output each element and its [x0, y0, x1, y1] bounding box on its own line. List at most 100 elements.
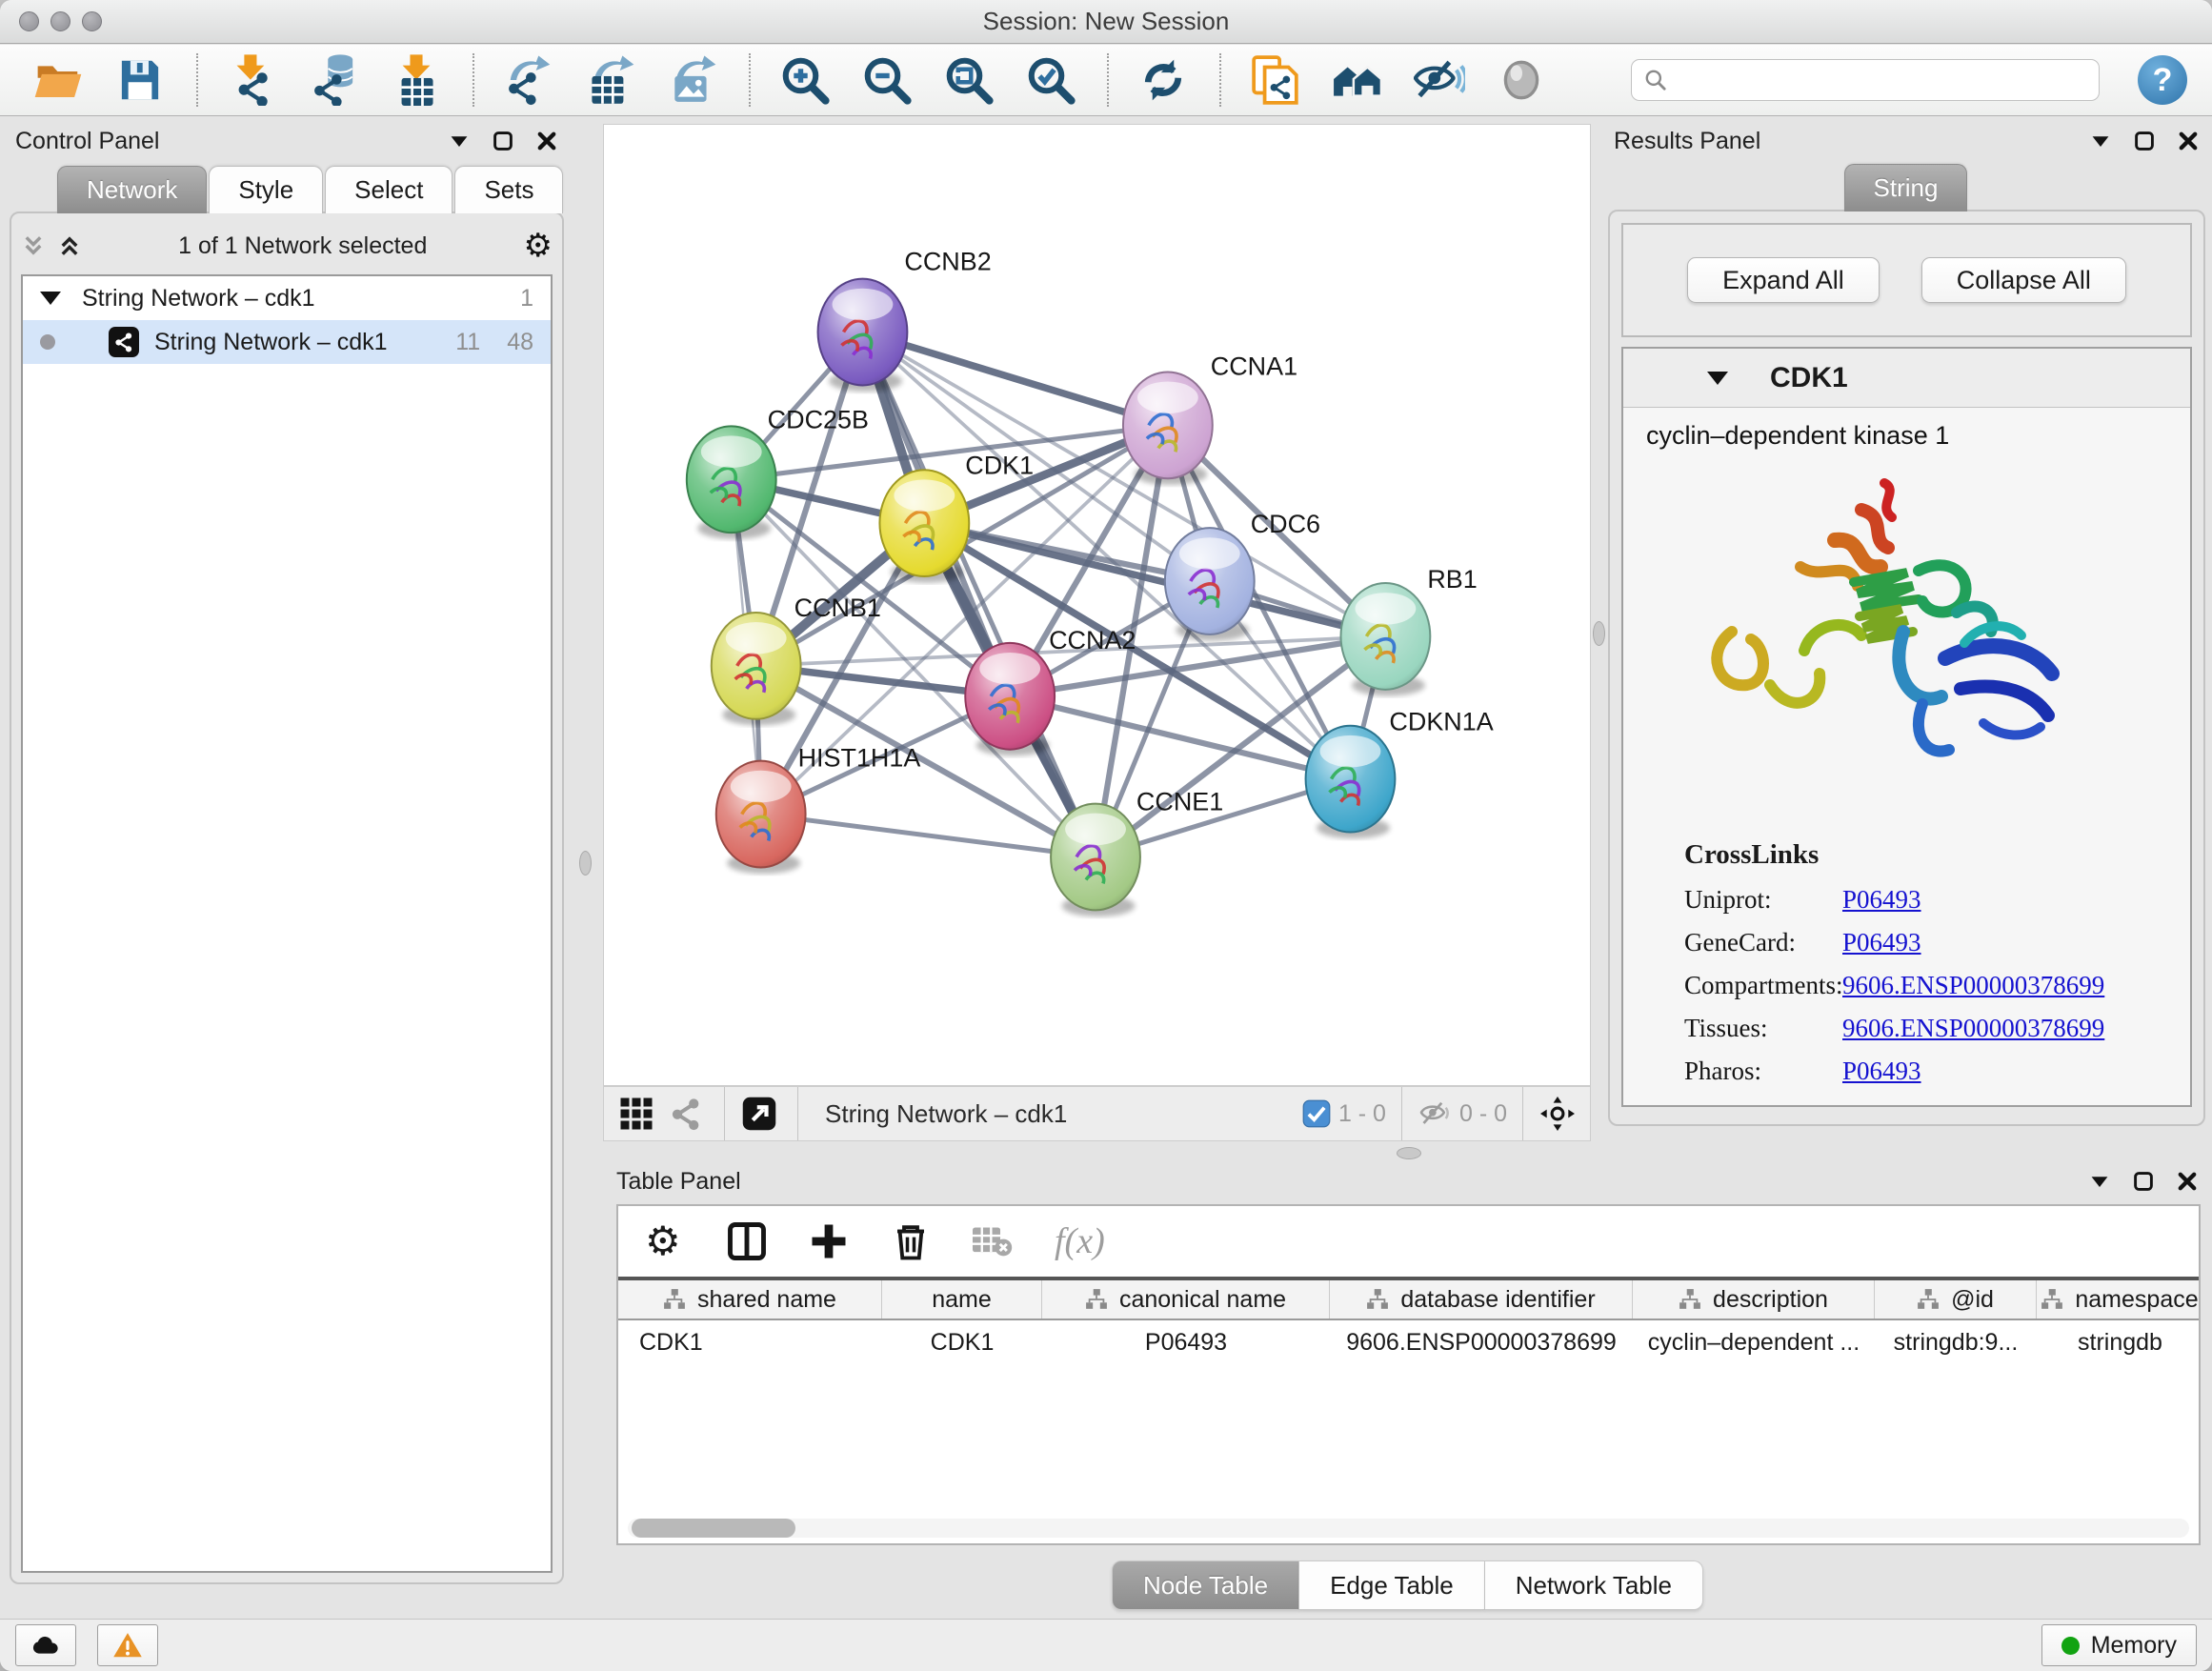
zoom-out-icon[interactable]	[861, 54, 913, 106]
import-network-icon[interactable]	[227, 54, 278, 106]
network-edge[interactable]	[862, 332, 1167, 426]
table-cell[interactable]: 9606.ENSP00000378699	[1330, 1329, 1633, 1357]
open-in-window-icon[interactable]	[742, 1097, 776, 1131]
import-table-icon[interactable]	[391, 54, 442, 106]
tab-sets[interactable]: Sets	[454, 166, 563, 213]
cloud-status-button[interactable]	[15, 1624, 76, 1666]
save-session-icon[interactable]	[114, 54, 166, 106]
close-window-button[interactable]	[19, 11, 39, 31]
help-icon[interactable]: ?	[2138, 55, 2187, 105]
zoom-fit-icon[interactable]	[943, 54, 995, 106]
gene-card-caret-icon[interactable]	[1707, 372, 1728, 385]
export-image-icon[interactable]	[667, 54, 718, 106]
close-panel-icon[interactable]	[2177, 130, 2200, 152]
hidden-elements-eye-icon[interactable]	[1419, 1099, 1452, 1128]
import-database-icon[interactable]	[309, 54, 360, 106]
tab-node-table[interactable]: Node Table	[1112, 1560, 1299, 1610]
network-file-icon[interactable]	[1250, 54, 1301, 106]
left-splitter-handle[interactable]	[579, 851, 592, 876]
network-node-cdkn1a[interactable]: CDKN1A	[1306, 708, 1494, 839]
open-session-icon[interactable]	[32, 54, 84, 106]
column-header-database-identifier[interactable]: database identifier	[1330, 1280, 1633, 1319]
tab-edge-table[interactable]: Edge Table	[1299, 1560, 1485, 1610]
table-row[interactable]: CDK1CDK1P064939606.ENSP00000378699cyclin…	[618, 1320, 2199, 1364]
collection-expand-caret-icon[interactable]	[40, 292, 61, 305]
network-node-cdc6[interactable]: CDC6	[1165, 510, 1320, 641]
right-splitter-handle[interactable]	[1593, 621, 1605, 646]
collapse-all-icon[interactable]	[21, 233, 46, 258]
zoom-in-icon[interactable]	[779, 54, 831, 106]
close-panel-icon[interactable]	[2176, 1170, 2199, 1193]
network-node-ccne1[interactable]: CCNE1	[1051, 788, 1223, 917]
maximize-window-button[interactable]	[82, 11, 102, 31]
function-builder-icon[interactable]: f(x)	[1055, 1220, 1105, 1262]
hide-panel-eye-icon[interactable]	[1414, 54, 1465, 106]
export-network-icon[interactable]	[503, 54, 554, 106]
table-settings-gear-icon[interactable]: ⚙	[645, 1221, 685, 1261]
crosslink-value-link[interactable]: P06493	[1842, 1057, 1921, 1086]
network-view-toolbar: String Network – cdk1 1 - 0 0 - 0	[603, 1086, 1591, 1141]
network-edge[interactable]	[761, 815, 1096, 857]
collapse-all-button[interactable]: Collapse All	[1921, 257, 2126, 303]
table-cell[interactable]: CDK1	[618, 1329, 882, 1357]
column-header--id[interactable]: @id	[1875, 1280, 2037, 1319]
panel-menu-icon[interactable]	[2089, 130, 2112, 152]
show-grid-icon[interactable]	[619, 1097, 654, 1131]
network-row-selected[interactable]: String Network – cdk1 11 48	[23, 320, 551, 364]
delete-table-icon[interactable]	[973, 1221, 1013, 1261]
column-header-namespace[interactable]: namespace	[2037, 1280, 2201, 1319]
network-options-gear-icon[interactable]: ⚙	[524, 230, 553, 262]
column-header-name[interactable]: name	[882, 1280, 1042, 1319]
gene-card-header[interactable]: CDK1	[1623, 349, 2190, 408]
table-cell[interactable]: stringdb:9...	[1875, 1329, 2037, 1357]
refresh-layout-icon[interactable]	[1137, 54, 1189, 106]
column-header-canonical-name[interactable]: canonical name	[1042, 1280, 1330, 1319]
horizontal-splitter-handle[interactable]	[1397, 1147, 1421, 1159]
panel-menu-icon[interactable]	[448, 130, 471, 152]
tab-network-table[interactable]: Network Table	[1485, 1560, 1703, 1610]
close-panel-icon[interactable]	[535, 130, 558, 152]
crosslink-value-link[interactable]: P06493	[1842, 928, 1921, 957]
minimize-window-button[interactable]	[50, 11, 70, 31]
memory-button[interactable]: Memory	[2041, 1624, 2197, 1666]
float-panel-icon[interactable]	[492, 130, 514, 152]
tab-string[interactable]: String	[1844, 164, 1968, 211]
network-graph[interactable]: CCNB2CCNA1CDC25BCDK1CDC6RB1CCNB1CCNA2CDK…	[604, 125, 1590, 1084]
warnings-button[interactable]	[97, 1624, 158, 1666]
show-eye-icon[interactable]	[1496, 54, 1547, 106]
float-panel-icon[interactable]	[2132, 1170, 2155, 1193]
zoom-selected-icon[interactable]	[1025, 54, 1076, 106]
table-cell[interactable]: cyclin–dependent ...	[1633, 1329, 1875, 1357]
network-view-canvas[interactable]: CCNB2CCNA1CDC25BCDK1CDC6RB1CCNB1CCNA2CDK…	[603, 124, 1591, 1086]
tab-select[interactable]: Select	[325, 166, 452, 213]
show-columns-icon[interactable]	[727, 1221, 767, 1261]
tab-style[interactable]: Style	[209, 166, 323, 213]
export-table-icon[interactable]	[585, 54, 636, 106]
table-horizontal-scrollbar[interactable]	[628, 1519, 2189, 1538]
birdseye-navigator-icon[interactable]	[1540, 1097, 1575, 1131]
selected-nodes-checkbox-icon[interactable]	[1302, 1099, 1331, 1128]
expand-all-icon[interactable]	[57, 233, 82, 258]
network-node-rb1[interactable]: RB1	[1341, 565, 1478, 696]
column-header-description[interactable]: description	[1633, 1280, 1875, 1319]
network-edge[interactable]	[862, 332, 1096, 857]
network-share-icon[interactable]	[669, 1097, 703, 1131]
column-header-shared-name[interactable]: shared name	[618, 1280, 882, 1319]
crosslink-value-link[interactable]: 9606.ENSP00000378699	[1842, 971, 2104, 1000]
crosslink-value-link[interactable]: 9606.ENSP00000378699	[1842, 1014, 2104, 1043]
add-column-icon[interactable]	[809, 1221, 849, 1261]
table-cell[interactable]: P06493	[1042, 1329, 1330, 1357]
home-pages-icon[interactable]	[1332, 54, 1383, 106]
scrollbar-thumb[interactable]	[632, 1519, 795, 1538]
panel-menu-icon[interactable]	[2088, 1170, 2111, 1193]
network-node-hist1h1a[interactable]: HIST1H1A	[716, 744, 921, 875]
search-input[interactable]	[1676, 67, 2087, 93]
crosslink-value-link[interactable]: P06493	[1842, 885, 1921, 915]
expand-all-button[interactable]: Expand All	[1687, 257, 1880, 303]
network-collection-row[interactable]: String Network – cdk1 1	[23, 276, 551, 320]
delete-column-icon[interactable]	[891, 1221, 931, 1261]
tab-network[interactable]: Network	[57, 166, 207, 213]
table-cell[interactable]: stringdb	[2037, 1329, 2201, 1357]
float-panel-icon[interactable]	[2133, 130, 2156, 152]
table-cell[interactable]: CDK1	[882, 1329, 1042, 1357]
